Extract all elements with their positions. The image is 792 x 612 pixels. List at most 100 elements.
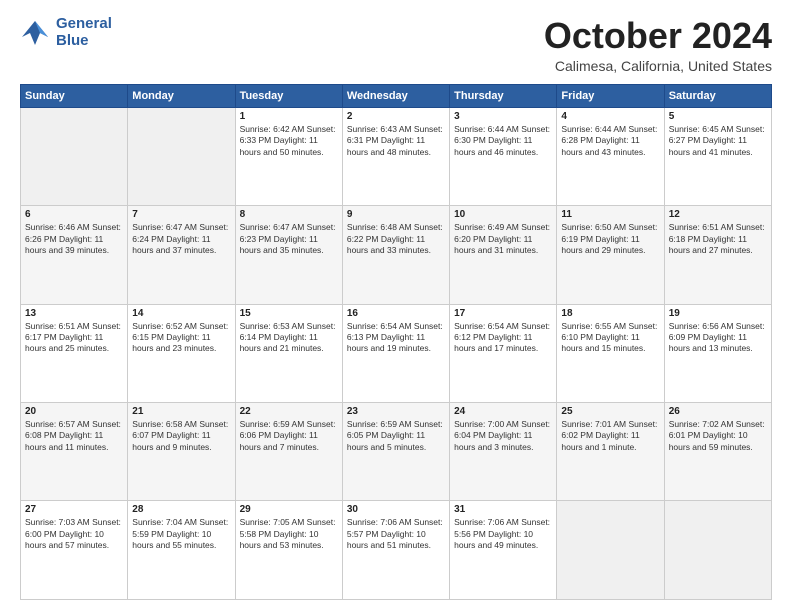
day-info: Sunrise: 6:42 AM Sunset: 6:33 PM Dayligh… bbox=[240, 124, 338, 158]
day-info: Sunrise: 6:58 AM Sunset: 6:07 PM Dayligh… bbox=[132, 419, 230, 453]
day-cell: 27Sunrise: 7:03 AM Sunset: 6:00 PM Dayli… bbox=[21, 501, 128, 600]
day-info: Sunrise: 6:59 AM Sunset: 6:05 PM Dayligh… bbox=[347, 419, 445, 453]
day-info: Sunrise: 6:56 AM Sunset: 6:09 PM Dayligh… bbox=[669, 321, 767, 355]
day-cell: 3Sunrise: 6:44 AM Sunset: 6:30 PM Daylig… bbox=[450, 107, 557, 205]
day-cell: 4Sunrise: 6:44 AM Sunset: 6:28 PM Daylig… bbox=[557, 107, 664, 205]
day-header-sunday: Sunday bbox=[21, 84, 128, 107]
day-cell bbox=[664, 501, 771, 600]
day-cell: 30 Sunrise: 7:06 AM Sunset: 5:57 PM Dayli… bbox=[342, 501, 449, 600]
week-row-5: 27Sunrise: 7:03 AM Sunset: 6:00 PM Dayli… bbox=[21, 501, 772, 600]
day-cell bbox=[21, 107, 128, 205]
day-number: 15 bbox=[240, 308, 338, 319]
week-row-2: 6 Sunrise: 6:46 AM Sunset: 6:26 PM Daylig… bbox=[21, 206, 772, 304]
day-number: 1 bbox=[240, 111, 338, 122]
day-number: 9 bbox=[347, 209, 445, 220]
day-info: Sunrise: 7:04 AM Sunset: 5:59 PM Dayligh… bbox=[132, 517, 230, 551]
day-cell: 22 Sunrise: 6:59 AM Sunset: 6:06 PM Dayli… bbox=[235, 403, 342, 501]
day-cell: 16Sunrise: 6:54 AM Sunset: 6:13 PM Dayli… bbox=[342, 304, 449, 402]
day-number: 21 bbox=[132, 406, 230, 417]
day-number: 29 bbox=[240, 504, 338, 515]
day-number: 16 bbox=[347, 308, 445, 319]
day-number: 13 bbox=[25, 308, 123, 319]
day-info: Sunrise: 6:53 AM Sunset: 6:14 PM Dayligh… bbox=[240, 321, 338, 355]
subtitle: Calimesa, California, United States bbox=[544, 58, 772, 74]
day-cell: 19 Sunrise: 6:56 AM Sunset: 6:09 PM Dayli… bbox=[664, 304, 771, 402]
day-header-tuesday: Tuesday bbox=[235, 84, 342, 107]
day-info: Sunrise: 6:49 AM Sunset: 6:20 PM Dayligh… bbox=[454, 222, 552, 256]
day-cell: 17Sunrise: 6:54 AM Sunset: 6:12 PM Dayli… bbox=[450, 304, 557, 402]
header: General Blue October 2024 Calimesa, Cali… bbox=[20, 16, 772, 74]
day-cell: 15 Sunrise: 6:53 AM Sunset: 6:14 PM Dayli… bbox=[235, 304, 342, 402]
day-number: 11 bbox=[561, 209, 659, 220]
day-info: Sunrise: 7:01 AM Sunset: 6:02 PM Dayligh… bbox=[561, 419, 659, 453]
day-number: 23 bbox=[347, 406, 445, 417]
week-row-4: 20Sunrise: 6:57 AM Sunset: 6:08 PM Dayli… bbox=[21, 403, 772, 501]
day-cell: 12 Sunrise: 6:51 AM Sunset: 6:18 PM Dayli… bbox=[664, 206, 771, 304]
day-cell: 26Sunrise: 7:02 AM Sunset: 6:01 PM Dayli… bbox=[664, 403, 771, 501]
day-header-thursday: Thursday bbox=[450, 84, 557, 107]
day-info: Sunrise: 6:48 AM Sunset: 6:22 PM Dayligh… bbox=[347, 222, 445, 256]
day-info: Sunrise: 6:46 AM Sunset: 6:26 PM Dayligh… bbox=[25, 222, 123, 256]
day-info: Sunrise: 7:06 AM Sunset: 5:56 PM Dayligh… bbox=[454, 517, 552, 551]
day-number: 5 bbox=[669, 111, 767, 122]
title-block: October 2024 Calimesa, California, Unite… bbox=[544, 16, 772, 74]
day-header-wednesday: Wednesday bbox=[342, 84, 449, 107]
day-cell: 23 Sunrise: 6:59 AM Sunset: 6:05 PM Dayli… bbox=[342, 403, 449, 501]
day-info: Sunrise: 6:45 AM Sunset: 6:27 PM Dayligh… bbox=[669, 124, 767, 158]
day-info: Sunrise: 6:52 AM Sunset: 6:15 PM Dayligh… bbox=[132, 321, 230, 355]
day-cell: 18 Sunrise: 6:55 AM Sunset: 6:10 PM Dayli… bbox=[557, 304, 664, 402]
day-info: Sunrise: 6:50 AM Sunset: 6:19 PM Dayligh… bbox=[561, 222, 659, 256]
day-cell: 5 Sunrise: 6:45 AM Sunset: 6:27 PM Daylig… bbox=[664, 107, 771, 205]
day-cell bbox=[128, 107, 235, 205]
day-number: 6 bbox=[25, 209, 123, 220]
day-header-monday: Monday bbox=[128, 84, 235, 107]
day-number: 8 bbox=[240, 209, 338, 220]
week-row-3: 13 Sunrise: 6:51 AM Sunset: 6:17 PM Dayli… bbox=[21, 304, 772, 402]
day-info: Sunrise: 7:06 AM Sunset: 5:57 PM Dayligh… bbox=[347, 517, 445, 551]
day-info: Sunrise: 7:00 AM Sunset: 6:04 PM Dayligh… bbox=[454, 419, 552, 453]
day-number: 28 bbox=[132, 504, 230, 515]
day-info: Sunrise: 6:47 AM Sunset: 6:23 PM Dayligh… bbox=[240, 222, 338, 256]
day-info: Sunrise: 6:55 AM Sunset: 6:10 PM Dayligh… bbox=[561, 321, 659, 355]
day-info: Sunrise: 6:43 AM Sunset: 6:31 PM Dayligh… bbox=[347, 124, 445, 158]
day-cell: 9 Sunrise: 6:48 AM Sunset: 6:22 PM Daylig… bbox=[342, 206, 449, 304]
day-number: 18 bbox=[561, 308, 659, 319]
day-info: Sunrise: 6:51 AM Sunset: 6:17 PM Dayligh… bbox=[25, 321, 123, 355]
main-title: October 2024 bbox=[544, 16, 772, 56]
calendar: SundayMondayTuesdayWednesdayThursdayFrid… bbox=[20, 84, 772, 600]
day-info: Sunrise: 7:03 AM Sunset: 6:00 PM Dayligh… bbox=[25, 517, 123, 551]
day-info: Sunrise: 6:51 AM Sunset: 6:18 PM Dayligh… bbox=[669, 222, 767, 256]
day-cell: 8 Sunrise: 6:47 AM Sunset: 6:23 PM Daylig… bbox=[235, 206, 342, 304]
day-info: Sunrise: 7:02 AM Sunset: 6:01 PM Dayligh… bbox=[669, 419, 767, 453]
day-number: 12 bbox=[669, 209, 767, 220]
day-number: 20 bbox=[25, 406, 123, 417]
day-number: 25 bbox=[561, 406, 659, 417]
day-number: 31 bbox=[454, 504, 552, 515]
day-cell: 28 Sunrise: 7:04 AM Sunset: 5:59 PM Dayli… bbox=[128, 501, 235, 600]
day-info: Sunrise: 6:54 AM Sunset: 6:12 PM Dayligh… bbox=[454, 321, 552, 355]
day-number: 22 bbox=[240, 406, 338, 417]
day-number: 14 bbox=[132, 308, 230, 319]
day-cell: 7Sunrise: 6:47 AM Sunset: 6:24 PM Daylig… bbox=[128, 206, 235, 304]
day-number: 30 bbox=[347, 504, 445, 515]
day-cell: 21 Sunrise: 6:58 AM Sunset: 6:07 PM Dayli… bbox=[128, 403, 235, 501]
day-cell bbox=[557, 501, 664, 600]
day-number: 10 bbox=[454, 209, 552, 220]
week-row-1: 1 Sunrise: 6:42 AM Sunset: 6:33 PM Daylig… bbox=[21, 107, 772, 205]
logo-text: General Blue bbox=[56, 16, 112, 49]
day-cell: 1 Sunrise: 6:42 AM Sunset: 6:33 PM Daylig… bbox=[235, 107, 342, 205]
day-number: 24 bbox=[454, 406, 552, 417]
day-info: Sunrise: 6:47 AM Sunset: 6:24 PM Dayligh… bbox=[132, 222, 230, 256]
day-info: Sunrise: 7:05 AM Sunset: 5:58 PM Dayligh… bbox=[240, 517, 338, 551]
day-cell: 25 Sunrise: 7:01 AM Sunset: 6:02 PM Dayli… bbox=[557, 403, 664, 501]
day-cell: 29 Sunrise: 7:05 AM Sunset: 5:58 PM Dayli… bbox=[235, 501, 342, 600]
day-number: 2 bbox=[347, 111, 445, 122]
day-number: 19 bbox=[669, 308, 767, 319]
day-cell: 13 Sunrise: 6:51 AM Sunset: 6:17 PM Dayli… bbox=[21, 304, 128, 402]
day-info: Sunrise: 6:59 AM Sunset: 6:06 PM Dayligh… bbox=[240, 419, 338, 453]
day-header-saturday: Saturday bbox=[664, 84, 771, 107]
day-info: Sunrise: 6:44 AM Sunset: 6:30 PM Dayligh… bbox=[454, 124, 552, 158]
day-cell: 10 Sunrise: 6:49 AM Sunset: 6:20 PM Dayli… bbox=[450, 206, 557, 304]
day-cell: 31 Sunrise: 7:06 AM Sunset: 5:56 PM Dayli… bbox=[450, 501, 557, 600]
day-cell: 14 Sunrise: 6:52 AM Sunset: 6:15 PM Dayli… bbox=[128, 304, 235, 402]
